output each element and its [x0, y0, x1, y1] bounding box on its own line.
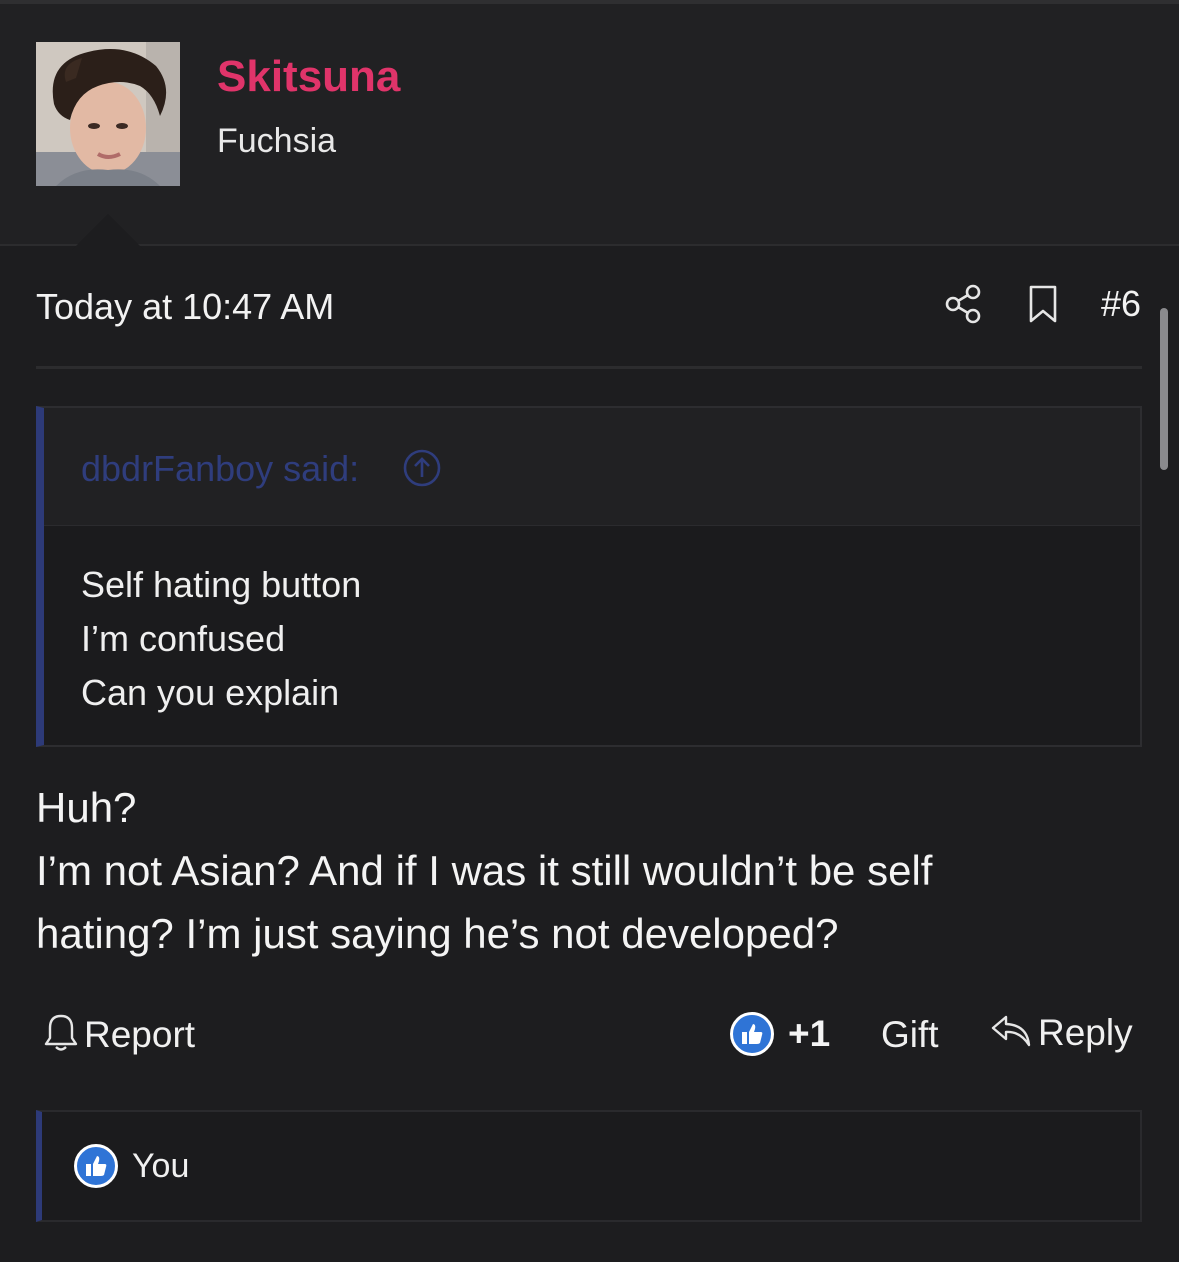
- avatar[interactable]: [36, 42, 180, 186]
- share-icon[interactable]: [943, 282, 983, 326]
- message-line: Huh?: [36, 784, 137, 831]
- message-line: hating? I’m just saying he’s not develop…: [36, 910, 839, 957]
- reaction-summary-button[interactable]: +1: [730, 1012, 830, 1056]
- quote-line: I’m confused: [81, 618, 286, 659]
- reply-label: Reply: [1038, 1012, 1133, 1053]
- header-pointer: [72, 214, 144, 250]
- bookmark-icon[interactable]: [1023, 282, 1063, 326]
- quote-line: Self hating button: [81, 564, 362, 605]
- post-number-link[interactable]: #6: [1101, 283, 1141, 325]
- reply-arrow-icon: [990, 1013, 1032, 1054]
- avatar-photo: [36, 42, 180, 186]
- arrow-up-circle-icon[interactable]: [402, 448, 442, 488]
- reaction-count: +1: [788, 1013, 831, 1054]
- message-date[interactable]: Today at 10:47 AM: [36, 286, 334, 328]
- user-header: Skitsuna Fuchsia: [0, 4, 1179, 250]
- thumbs-up-icon: [74, 1144, 118, 1188]
- quote-header: dbdrFanboy said:: [44, 408, 1140, 526]
- reactions-bar[interactable]: You: [36, 1110, 1142, 1222]
- message-body: Huh? I’m not Asian? And if I was it stil…: [36, 776, 1136, 965]
- report-label: Report: [84, 1013, 196, 1055]
- scrollbar[interactable]: [1160, 308, 1168, 470]
- user-title: Fuchsia: [217, 122, 337, 160]
- bell-icon: [44, 1012, 78, 1057]
- report-button[interactable]: Report: [44, 1012, 195, 1057]
- gift-button[interactable]: Gift: [881, 1014, 939, 1056]
- message-meta-actions: #6: [943, 282, 1141, 326]
- message-line: I’m not Asian? And if I was it still wou…: [36, 847, 933, 894]
- quote-content: Self hating button I’m confused Can you …: [81, 558, 361, 720]
- username[interactable]: Skitsuna: [217, 52, 400, 102]
- quote-block: dbdrFanboy said: Self hating button I’m …: [36, 406, 1142, 747]
- message-page: Skitsuna Fuchsia Today at 10:47 AM #6 db…: [0, 0, 1179, 1262]
- reactions-user-list[interactable]: You: [132, 1147, 189, 1186]
- quote-author-link[interactable]: dbdrFanboy said:: [81, 448, 359, 490]
- quote-line: Can you explain: [81, 672, 340, 713]
- thumbs-up-icon: [730, 1012, 774, 1056]
- reactions-list: You: [74, 1144, 189, 1188]
- reply-button[interactable]: Reply: [990, 1012, 1133, 1054]
- meta-divider: [36, 366, 1142, 369]
